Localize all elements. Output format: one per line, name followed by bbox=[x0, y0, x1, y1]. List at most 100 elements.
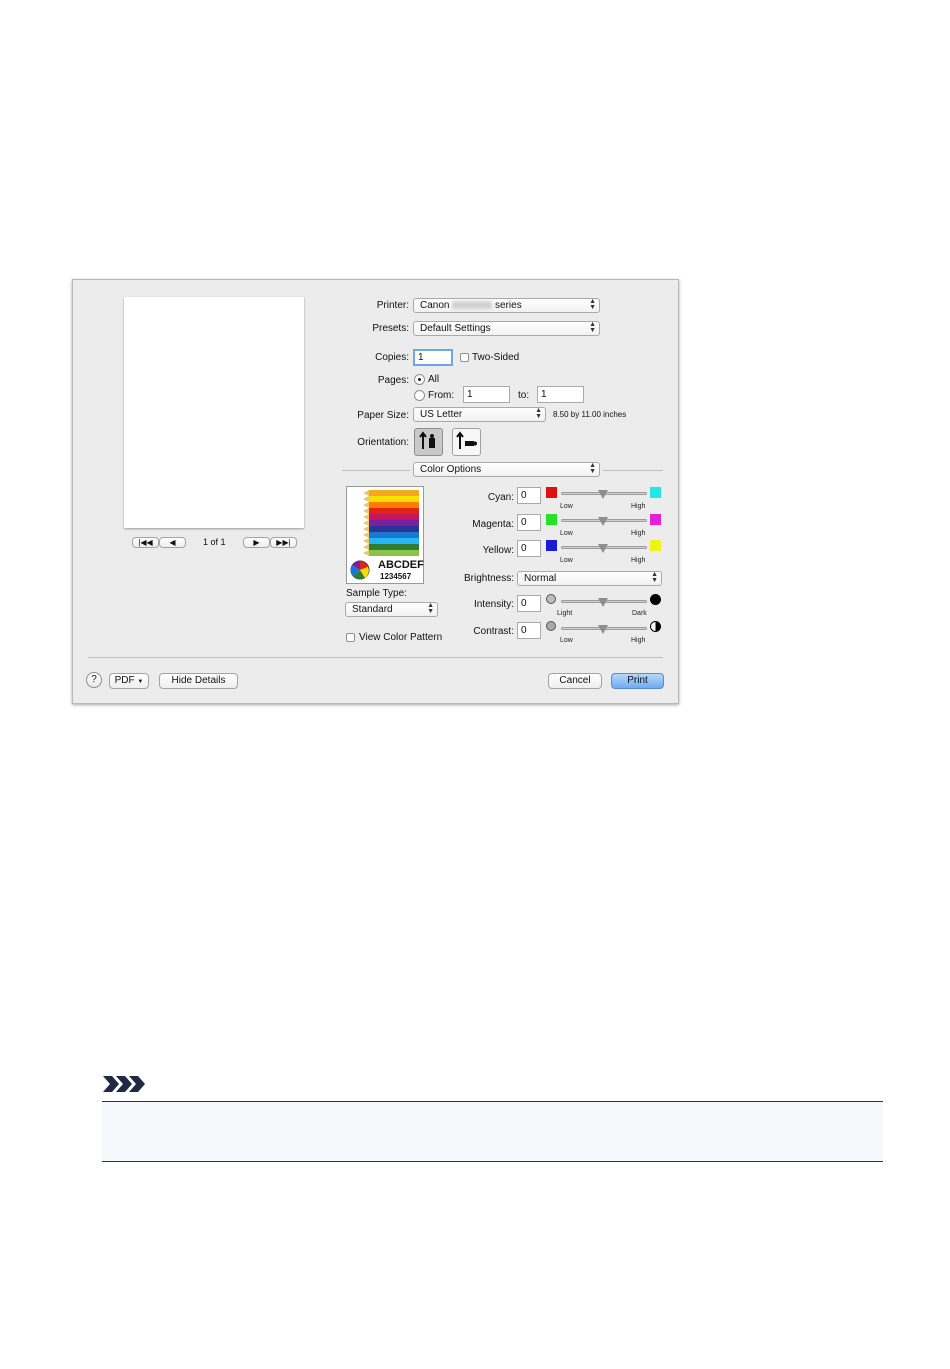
paper-size-dimensions: 8.50 by 11.00 inches bbox=[553, 410, 627, 419]
presets-popup[interactable]: Default Settings ▲ ▼ bbox=[413, 321, 600, 336]
hide-details-button[interactable]: Hide Details bbox=[159, 673, 238, 689]
printer-name-blurred bbox=[452, 301, 493, 310]
copies-field[interactable]: 1 bbox=[413, 349, 453, 366]
pages-all-radio[interactable] bbox=[414, 374, 425, 385]
orientation-label: Orientation: bbox=[357, 437, 409, 448]
copies-label: Copies: bbox=[375, 352, 409, 363]
cyan-high-swatch bbox=[650, 487, 661, 498]
light-circle-icon bbox=[546, 594, 556, 604]
cyan-label: Cyan: bbox=[487, 492, 514, 503]
paper-size-value: US Letter bbox=[420, 409, 463, 420]
panel-separator-right bbox=[603, 470, 663, 471]
two-sided-checkbox[interactable] bbox=[460, 353, 469, 362]
contrast-slider-knob[interactable] bbox=[598, 625, 608, 634]
printer-popup[interactable]: Canon series ▲ ▼ bbox=[413, 298, 600, 313]
magenta-slider-knob[interactable] bbox=[598, 517, 608, 526]
updown-arrows-icon: ▲ ▼ bbox=[589, 298, 596, 311]
next-page-button[interactable]: ▶ bbox=[243, 537, 270, 548]
landscape-orientation-icon bbox=[456, 431, 477, 449]
contrast-low-label: Low bbox=[560, 637, 573, 644]
magenta-field[interactable]: 0 bbox=[517, 514, 541, 531]
panel-value: Color Options bbox=[420, 464, 482, 475]
dropdown-arrow-icon: ▼ bbox=[137, 679, 144, 685]
first-page-button[interactable]: |◀◀ bbox=[132, 537, 159, 548]
pages-from-field[interactable]: 1 bbox=[463, 386, 510, 403]
presets-label: Presets: bbox=[372, 323, 409, 334]
panel-popup[interactable]: Color Options ▲ ▼ bbox=[413, 462, 600, 477]
page-preview bbox=[124, 297, 304, 528]
yellow-low-swatch bbox=[546, 540, 557, 551]
landscape-orientation-button[interactable] bbox=[452, 428, 481, 456]
note-box bbox=[102, 1102, 883, 1161]
help-button[interactable]: ? bbox=[86, 672, 102, 688]
page-count: 1 of 1 bbox=[203, 537, 226, 547]
dark-circle-icon bbox=[650, 594, 661, 605]
yellow-slider-knob[interactable] bbox=[598, 544, 608, 553]
print-dialog: |◀◀ ◀ 1 of 1 ▶ ▶▶| Printer: Canon series… bbox=[72, 279, 679, 704]
view-color-pattern-checkbox[interactable] bbox=[346, 633, 355, 642]
high-contrast-icon bbox=[650, 621, 661, 632]
pages-to-label: to: bbox=[518, 390, 530, 401]
cyan-low-swatch bbox=[546, 487, 557, 498]
intensity-slider-knob[interactable] bbox=[598, 598, 608, 607]
note-rule-bottom bbox=[102, 1161, 883, 1162]
updown-arrows-icon: ▲ ▼ bbox=[535, 407, 542, 420]
paper-size-label: Paper Size: bbox=[357, 410, 409, 421]
low-contrast-icon bbox=[546, 621, 556, 631]
sample-type-value: Standard bbox=[352, 604, 393, 615]
panel-separator-left bbox=[342, 470, 410, 471]
last-page-button[interactable]: ▶▶| bbox=[270, 537, 297, 548]
updown-arrows-icon: ▲ ▼ bbox=[589, 321, 596, 334]
magenta-low-swatch bbox=[546, 514, 557, 525]
footer-separator bbox=[88, 657, 663, 658]
brightness-label: Brightness: bbox=[463, 573, 514, 584]
pages-all-label: All bbox=[428, 374, 440, 385]
note-icon bbox=[103, 1076, 145, 1097]
cyan-high-label: High bbox=[631, 503, 646, 510]
pages-from-radio[interactable] bbox=[414, 390, 425, 401]
magenta-low-label: Low bbox=[560, 530, 573, 537]
cyan-slider-knob[interactable] bbox=[598, 490, 608, 499]
intensity-label: Intensity: bbox=[473, 599, 514, 610]
portrait-orientation-button[interactable] bbox=[414, 428, 443, 456]
updown-arrows-icon: ▲ ▼ bbox=[651, 571, 658, 584]
brightness-popup[interactable]: Normal ▲ ▼ bbox=[517, 571, 662, 586]
yellow-field[interactable]: 0 bbox=[517, 540, 541, 557]
magenta-label: Magenta: bbox=[472, 519, 514, 530]
printer-name-suffix: series bbox=[495, 300, 522, 311]
pages-to-field[interactable]: 1 bbox=[537, 386, 584, 403]
intensity-field[interactable]: 0 bbox=[517, 595, 541, 612]
contrast-field[interactable]: 0 bbox=[517, 622, 541, 639]
sample-letters: ABCDEF bbox=[378, 559, 424, 571]
portrait-orientation-icon bbox=[419, 431, 435, 449]
help-icon: ? bbox=[91, 674, 97, 685]
contrast-label: Contrast: bbox=[473, 626, 514, 637]
yellow-high-swatch bbox=[650, 540, 661, 551]
sample-type-popup[interactable]: Standard ▲ ▼ bbox=[345, 602, 438, 617]
print-button[interactable]: Print bbox=[611, 673, 664, 689]
sample-numbers: 1234567 bbox=[380, 572, 412, 581]
sample-type-label: Sample Type: bbox=[346, 588, 407, 599]
paper-size-popup[interactable]: US Letter ▲ ▼ bbox=[413, 407, 546, 422]
prev-page-button[interactable]: ◀ bbox=[159, 537, 186, 548]
intensity-light-label: Light bbox=[557, 610, 573, 617]
printer-label: Printer: bbox=[376, 300, 409, 311]
yellow-label: Yellow: bbox=[482, 545, 514, 556]
cyan-low-label: Low bbox=[560, 503, 573, 510]
yellow-high-label: High bbox=[631, 557, 646, 564]
pdf-menu-button[interactable]: PDF ▼ bbox=[109, 673, 149, 689]
pdf-label: PDF bbox=[114, 675, 135, 686]
yellow-low-label: Low bbox=[560, 557, 573, 564]
cancel-button[interactable]: Cancel bbox=[548, 673, 602, 689]
updown-arrows-icon: ▲ ▼ bbox=[427, 602, 434, 615]
updown-arrows-icon: ▲ ▼ bbox=[589, 462, 596, 475]
magenta-high-swatch bbox=[650, 514, 661, 525]
brightness-value: Normal bbox=[524, 573, 557, 584]
contrast-high-label: High bbox=[631, 637, 646, 644]
cyan-field[interactable]: 0 bbox=[517, 487, 541, 504]
two-sided-label: Two-Sided bbox=[472, 352, 520, 363]
pages-label: Pages: bbox=[377, 375, 409, 386]
note-chevrons-icon bbox=[103, 1076, 145, 1092]
intensity-dark-label: Dark bbox=[632, 610, 647, 617]
pages-from-label: From: bbox=[428, 390, 455, 401]
